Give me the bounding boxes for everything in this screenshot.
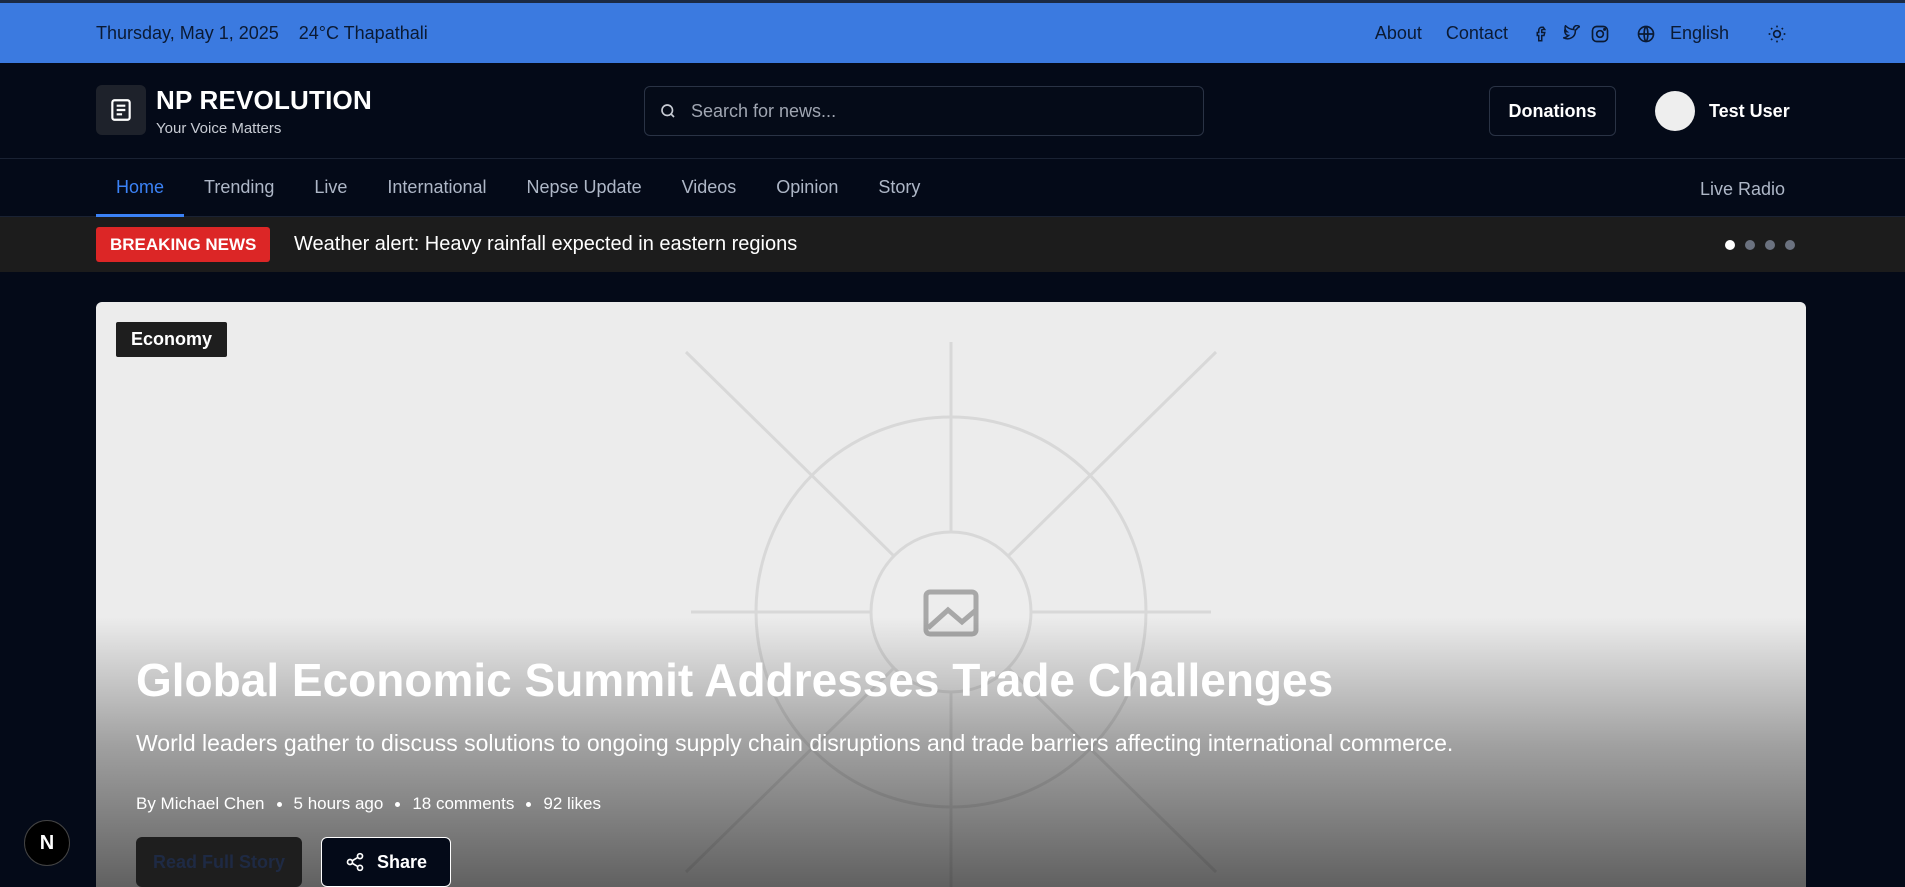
search-box[interactable] <box>644 86 1204 136</box>
brand-name: NP REVOLUTION <box>156 85 372 115</box>
carousel-dot[interactable] <box>1765 240 1775 250</box>
live-radio-link[interactable]: Live Radio <box>1700 179 1785 200</box>
share-label: Share <box>376 851 428 872</box>
nav-item-live[interactable]: Live <box>294 159 367 217</box>
share-icon <box>346 852 364 872</box>
top-bar: Thursday, May 1, 2025 24°C Thapathali Ab… <box>0 0 1905 63</box>
logo[interactable] <box>96 85 146 135</box>
breaking-news-bar: BREAKING NEWS Weather alert: Heavy rainf… <box>0 217 1905 272</box>
carousel-dot[interactable] <box>1725 240 1735 250</box>
category-badge[interactable]: Economy <box>116 322 228 357</box>
carousel-dot[interactable] <box>1745 240 1755 250</box>
author[interactable]: By Michael Chen <box>136 794 265 814</box>
carousel-dots <box>1725 240 1795 250</box>
language-selector[interactable]: English <box>1636 23 1729 44</box>
current-date: Thursday, May 1, 2025 <box>96 23 279 43</box>
top-bar-info: Thursday, May 1, 2025 24°C Thapathali <box>96 23 428 44</box>
nav-item-international[interactable]: International <box>367 159 506 217</box>
like-count[interactable]: 92 likes <box>543 794 601 814</box>
breaking-news-message[interactable]: Weather alert: Heavy rainfall expected i… <box>294 233 797 256</box>
nav-item-story[interactable]: Story <box>858 159 940 217</box>
story-summary: World leaders gather to discuss solution… <box>136 730 1454 756</box>
nav-item-nepse-update[interactable]: Nepse Update <box>507 159 662 217</box>
globe-icon <box>1637 25 1655 42</box>
main-nav: Home Trending Live International Nepse U… <box>0 159 1905 217</box>
about-link[interactable]: About <box>1375 23 1422 44</box>
social-links <box>1532 24 1610 44</box>
top-bar-links: About Contact English <box>1351 23 1787 44</box>
search-icon <box>661 104 675 118</box>
nav-item-home[interactable]: Home <box>96 159 185 217</box>
share-button[interactable]: Share <box>321 837 451 887</box>
nav-items: Home Trending Live International Nepse U… <box>96 159 940 217</box>
carousel-dot[interactable] <box>1785 240 1795 250</box>
instagram-icon[interactable] <box>1590 24 1610 44</box>
weather-text: 24°C Thapathali <box>298 23 428 43</box>
breaking-news-badge: BREAKING NEWS <box>96 227 271 262</box>
story-headline[interactable]: Global Economic Summit Addresses Trade C… <box>136 653 1333 707</box>
language-label: English <box>1669 23 1729 43</box>
meta-separator <box>276 801 282 807</box>
site-header: NP REVOLUTION Your Voice Matters Donatio… <box>0 63 1905 159</box>
comment-count[interactable]: 18 comments <box>412 794 514 814</box>
published-time: 5 hours ago <box>293 794 384 813</box>
brand-tagline: Your Voice Matters <box>156 120 282 137</box>
nav-item-videos[interactable]: Videos <box>662 159 757 217</box>
user-name: Test User <box>1709 100 1790 121</box>
sun-icon[interactable] <box>1767 24 1787 44</box>
brand[interactable]: NP REVOLUTION Your Voice Matters <box>156 85 372 137</box>
meta-separator <box>526 801 532 807</box>
read-more-button[interactable]: Read Full Story <box>136 837 302 887</box>
avatar <box>1655 91 1695 131</box>
newspaper-icon <box>111 99 131 121</box>
user-menu[interactable]: Test User <box>1655 91 1790 131</box>
facebook-icon[interactable] <box>1532 25 1550 43</box>
featured-story[interactable]: Economy Global Economic Summit Addresses… <box>96 302 1806 887</box>
dev-tools-button[interactable]: N <box>24 820 70 866</box>
twitter-icon[interactable] <box>1560 24 1580 43</box>
meta-separator <box>395 801 401 807</box>
donations-button[interactable]: Donations <box>1489 86 1616 136</box>
nav-item-trending[interactable]: Trending <box>184 159 294 217</box>
nav-item-opinion[interactable]: Opinion <box>756 159 858 217</box>
story-meta: By Michael Chen 5 hours ago 18 comments … <box>136 794 601 814</box>
contact-link[interactable]: Contact <box>1446 23 1508 44</box>
search-input[interactable] <box>691 100 1171 122</box>
